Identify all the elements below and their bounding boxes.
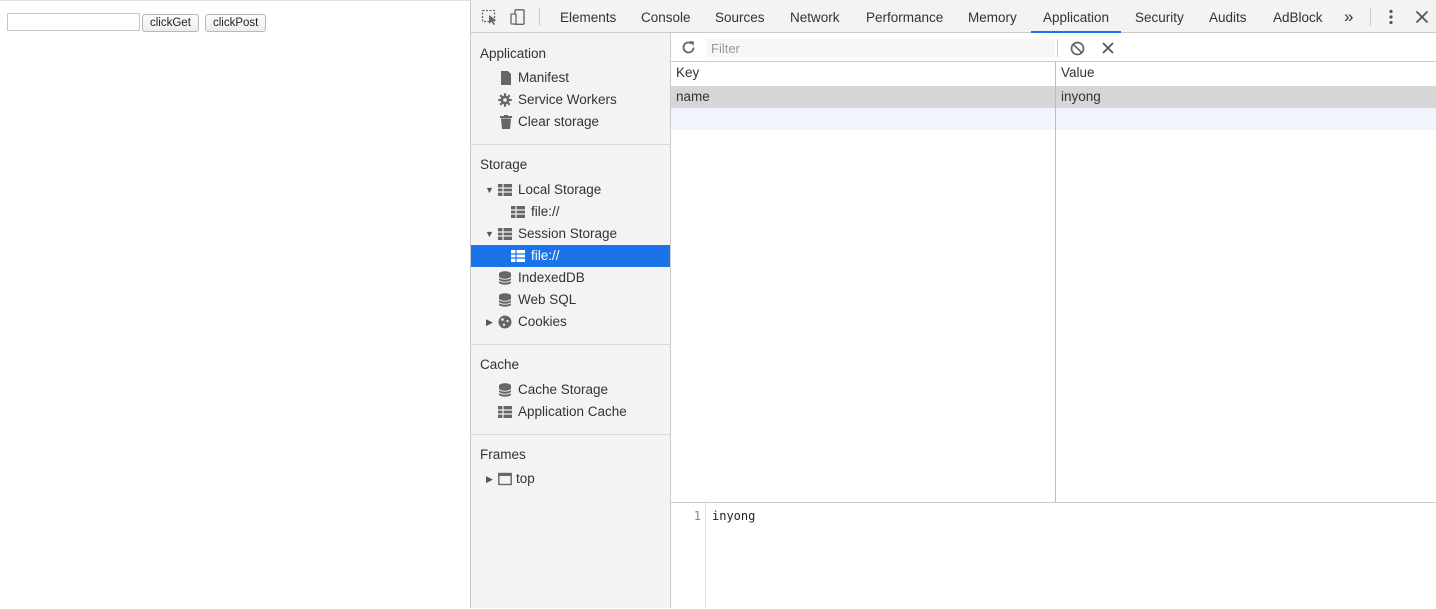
section-title-frames: Frames	[480, 447, 526, 462]
section-divider	[471, 344, 670, 345]
column-header-value[interactable]: Value	[1056, 62, 1095, 86]
sidebar-item-local-storage[interactable]: ▼ Local Storage	[471, 179, 670, 201]
toolbar-divider	[539, 8, 540, 26]
click-post-button[interactable]: clickPost	[205, 14, 267, 32]
sidebar-item-label: IndexedDB	[518, 270, 585, 285]
tab-application[interactable]: Application	[1031, 0, 1122, 33]
sidebar-item-cache-storage[interactable]: Cache Storage	[471, 379, 670, 401]
tab-audits[interactable]: Audits	[1209, 0, 1247, 33]
empty-table-row[interactable]	[671, 108, 1436, 130]
sidebar-item-label: file://	[531, 248, 560, 263]
sidebar-item-web-sql[interactable]: Web SQL	[471, 289, 670, 311]
sidebar-item-label: Clear storage	[518, 114, 600, 129]
sidebar-item-clear-storage[interactable]: Clear storage	[471, 111, 670, 133]
tab-network[interactable]: Network	[790, 0, 840, 33]
sidebar-item-label: Application Cache	[518, 404, 627, 419]
sidebar-item-label: file://	[531, 204, 560, 219]
device-toolbar-icon[interactable]	[509, 9, 527, 25]
section-divider	[471, 434, 670, 435]
frame-icon	[498, 472, 512, 486]
application-sidebar: Application Manifest Service Workers Cle…	[471, 33, 671, 608]
sidebar-item-top-frame[interactable]: ▶ top	[471, 468, 670, 490]
storage-toolbar	[671, 33, 1436, 62]
column-header-key[interactable]: Key	[671, 62, 699, 86]
page-content: clickGet clickPost	[0, 0, 470, 609]
database-icon	[498, 383, 512, 397]
tab-console[interactable]: Console	[641, 0, 691, 33]
key-cell[interactable]: name	[671, 86, 710, 108]
sidebar-item-label: Service Workers	[518, 92, 617, 107]
refresh-icon[interactable]	[681, 40, 696, 55]
collapsed-triangle-icon[interactable]: ▶	[486, 311, 493, 333]
gear-icon	[498, 93, 512, 107]
expand-triangle-icon[interactable]: ▼	[485, 223, 494, 245]
file-icon	[501, 71, 511, 85]
table-icon	[498, 406, 512, 418]
sidebar-item-indexeddb[interactable]: IndexedDB	[471, 267, 670, 289]
table-icon	[498, 184, 512, 196]
tab-performance[interactable]: Performance	[866, 0, 943, 33]
sidebar-item-label: Session Storage	[518, 226, 618, 241]
table-row[interactable]: name inyong	[671, 86, 1436, 108]
table-icon	[511, 250, 525, 262]
table-icon	[511, 206, 525, 218]
clear-all-icon[interactable]	[1070, 41, 1085, 56]
sidebar-item-manifest[interactable]: Manifest	[471, 67, 670, 89]
section-title-cache: Cache	[480, 357, 520, 372]
sidebar-item-label: Web SQL	[518, 292, 577, 307]
toolbar-divider	[1057, 39, 1058, 57]
sidebar-item-session-storage[interactable]: ▼ Session Storage	[471, 223, 670, 245]
sidebar-item-application-cache[interactable]: Application Cache	[471, 401, 670, 423]
table-icon	[498, 228, 512, 240]
database-icon	[498, 293, 512, 307]
tab-memory[interactable]: Memory	[968, 0, 1017, 33]
value-cell[interactable]: inyong	[1056, 86, 1101, 108]
close-devtools-icon[interactable]	[1413, 9, 1431, 25]
sidebar-item-session-storage-file[interactable]: file://	[471, 245, 670, 267]
database-icon	[498, 271, 512, 285]
collapsed-triangle-icon[interactable]: ▶	[486, 468, 493, 490]
sidebar-item-label: Cache Storage	[518, 382, 609, 397]
storage-table: Key Value name inyong	[671, 62, 1436, 503]
trash-icon	[500, 115, 512, 129]
section-title-application: Application	[480, 46, 547, 61]
sidebar-item-label: Manifest	[518, 70, 570, 85]
inspect-element-icon[interactable]	[481, 9, 499, 25]
sidebar-item-label: Local Storage	[518, 182, 602, 197]
tab-adblock[interactable]: AdBlock	[1273, 0, 1323, 33]
storage-view: Key Value name inyong 1 inyong	[671, 33, 1436, 608]
filter-input[interactable]	[707, 39, 1055, 57]
text-input[interactable]	[7, 13, 140, 31]
toolbar-divider	[1370, 8, 1371, 26]
value-preview: 1 inyong	[671, 503, 1436, 608]
line-number: 1	[693, 509, 701, 523]
tab-security[interactable]: Security	[1135, 0, 1184, 33]
delete-selected-icon[interactable]	[1101, 41, 1115, 55]
sidebar-item-label: top	[516, 471, 535, 486]
line-gutter: 1	[671, 503, 706, 608]
section-divider	[471, 144, 670, 145]
tab-elements[interactable]: Elements	[560, 0, 616, 33]
expand-triangle-icon[interactable]: ▼	[485, 179, 494, 201]
more-tabs-button[interactable]: »	[1344, 0, 1353, 33]
preview-text: inyong	[712, 509, 756, 523]
cookie-icon	[498, 315, 512, 329]
section-title-storage: Storage	[480, 157, 528, 172]
tab-sources[interactable]: Sources	[715, 0, 765, 33]
column-divider	[1055, 62, 1056, 502]
sidebar-item-local-storage-file[interactable]: file://	[471, 201, 670, 223]
kebab-menu-icon[interactable]	[1382, 9, 1400, 25]
sidebar-item-cookies[interactable]: ▶ Cookies	[471, 311, 670, 333]
devtools-panel: Elements Console Sources Network Perform…	[470, 0, 1436, 608]
sidebar-item-service-workers[interactable]: Service Workers	[471, 89, 670, 111]
devtools-tabbar: Elements Console Sources Network Perform…	[471, 0, 1436, 33]
click-get-button[interactable]: clickGet	[142, 14, 199, 32]
sidebar-item-label: Cookies	[518, 314, 567, 329]
